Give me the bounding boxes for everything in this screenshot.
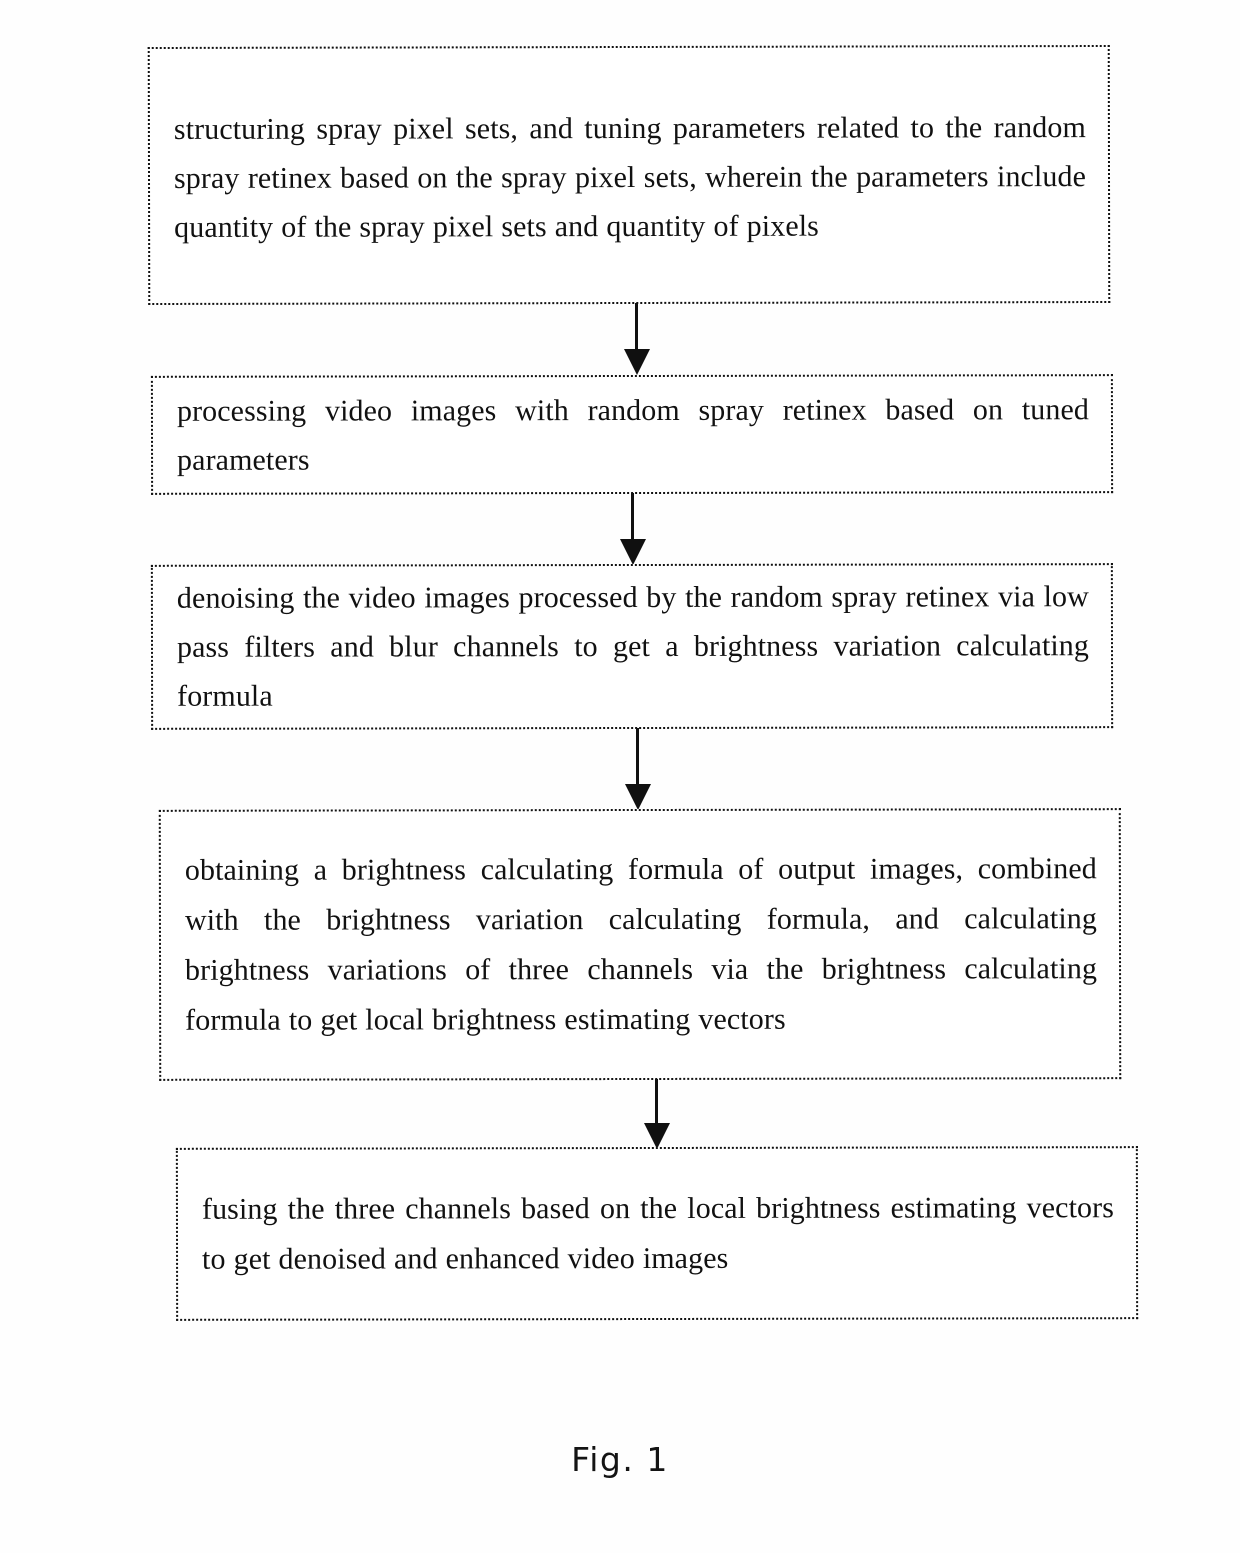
- flowchart-node-step-2-text: processing video images with random spra…: [176, 392, 1089, 477]
- arrow-shaft: [655, 1079, 658, 1125]
- flowchart-node-step-3: denoising the video images processed by …: [150, 563, 1114, 730]
- figure-caption: Fig. 1: [571, 1440, 669, 1479]
- arrow-shaft: [631, 493, 634, 541]
- flowchart-arrow-step4-to-step5: [644, 1079, 670, 1149]
- arrow-shaft: [636, 728, 639, 786]
- flowchart-arrow-step3-to-step4: [625, 728, 651, 810]
- flowchart-node-step-3-text: denoising the video images processed by …: [176, 580, 1090, 713]
- flowchart-node-step-4: obtaining a brightness calculating formu…: [158, 808, 1122, 1081]
- flowchart-node-step-4-text: obtaining a brightness calculating formu…: [184, 851, 1098, 1037]
- arrow-head-icon: [620, 539, 646, 565]
- flowchart-node-step-5-text: fusing the three channels based on the l…: [201, 1190, 1114, 1276]
- arrow-head-icon: [644, 1123, 670, 1149]
- flowchart-node-step-5: fusing the three channels based on the l…: [175, 1146, 1139, 1321]
- figure-page: structuring spray pixel sets, and tuning…: [0, 0, 1240, 1553]
- flowchart-node-step-1-text: structuring spray pixel sets, and tuning…: [173, 110, 1087, 244]
- flowchart-arrow-step2-to-step3: [620, 493, 646, 565]
- flowchart-node-step-2: processing video images with random spra…: [150, 374, 1114, 495]
- arrow-shaft: [635, 303, 638, 351]
- arrow-head-icon: [624, 349, 650, 375]
- flowchart-arrow-step1-to-step2: [624, 303, 650, 375]
- flowchart-node-step-1: structuring spray pixel sets, and tuning…: [147, 44, 1111, 306]
- arrow-head-icon: [625, 784, 651, 810]
